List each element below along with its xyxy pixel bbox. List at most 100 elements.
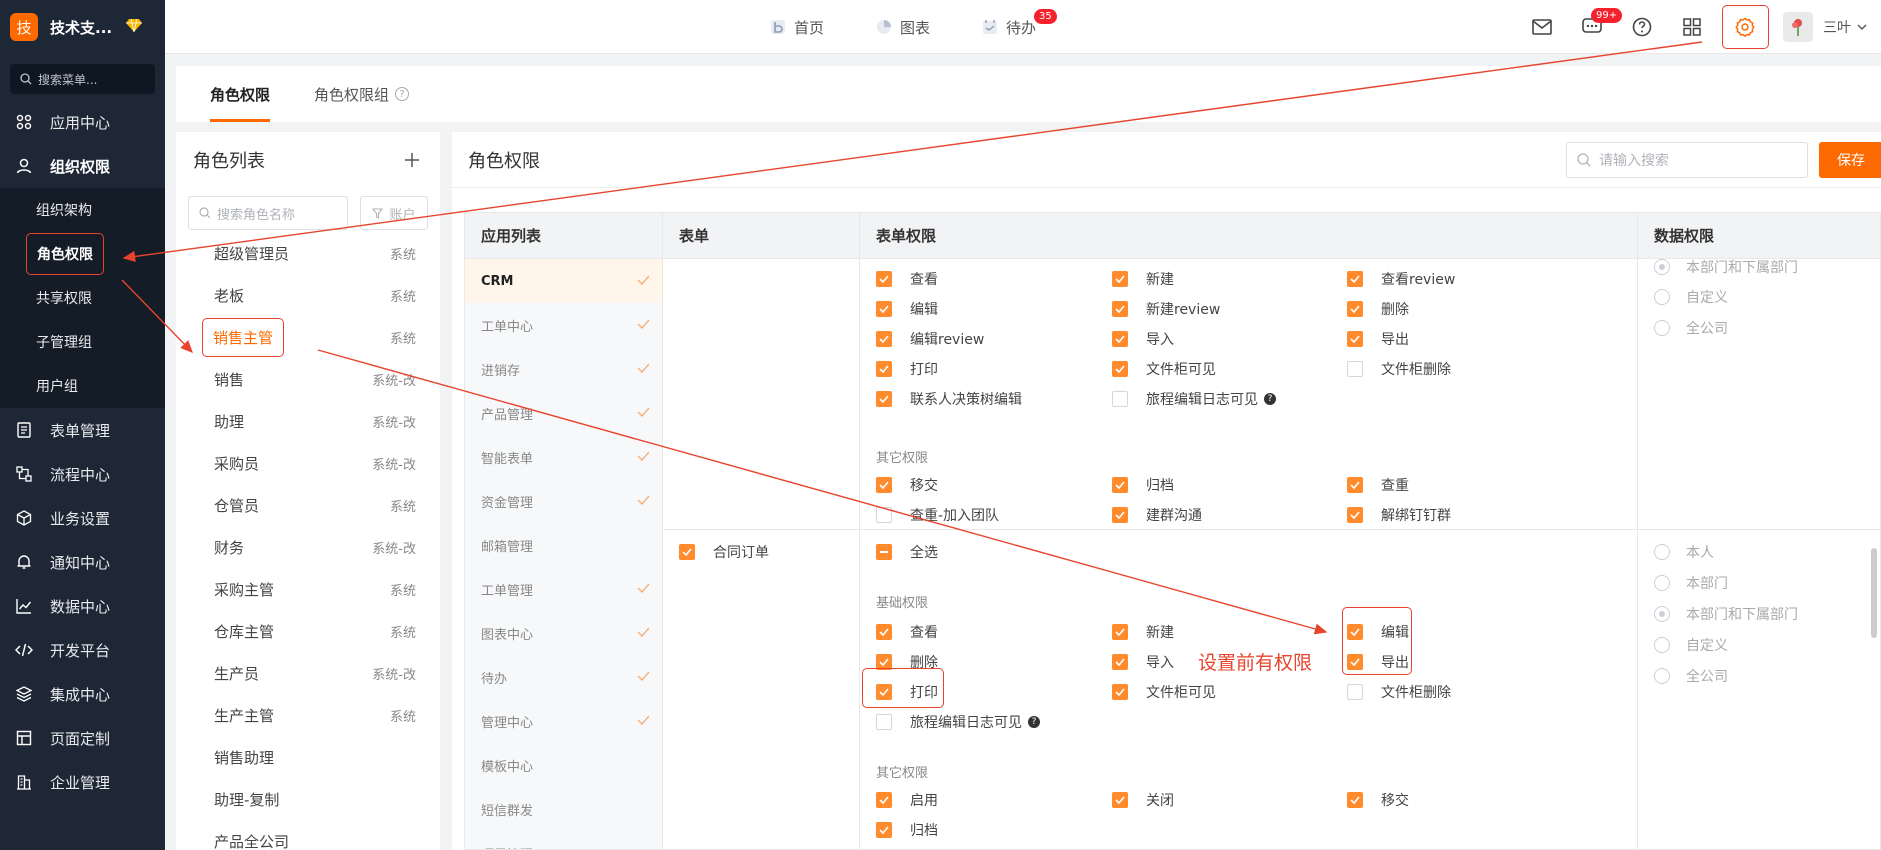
- help-button[interactable]: [1617, 0, 1667, 54]
- permission-item[interactable]: 查重-加入团队: [876, 505, 999, 525]
- permission-item[interactable]: 删除: [1347, 299, 1409, 319]
- radio[interactable]: [1654, 637, 1670, 653]
- sidebar-item[interactable]: 业务设置: [0, 496, 165, 540]
- app-item[interactable]: CRM: [465, 259, 662, 303]
- role-item[interactable]: 采购主管 系统: [176, 568, 440, 610]
- checkbox[interactable]: [1112, 271, 1128, 287]
- tab-role-permission[interactable]: 角色权限: [210, 66, 271, 122]
- checkbox[interactable]: [1112, 654, 1128, 670]
- permission-item[interactable]: 归档: [1112, 475, 1174, 495]
- sidebar-subitem[interactable]: 组织架构: [0, 188, 165, 232]
- permission-item[interactable]: 旅程编辑日志可见?: [876, 712, 1040, 732]
- data-scope-radio[interactable]: 本部门和下属部门: [1654, 259, 1798, 277]
- sidebar-item[interactable]: 通知中心: [0, 540, 165, 584]
- permission-item[interactable]: 查看: [876, 622, 938, 642]
- app-item[interactable]: 模板中心: [465, 743, 662, 787]
- sidebar-item[interactable]: 数据中心: [0, 584, 165, 628]
- permission-item[interactable]: 移交: [1347, 790, 1409, 810]
- app-item[interactable]: 短信群发: [465, 787, 662, 831]
- data-scope-radio[interactable]: 本人: [1654, 542, 1714, 562]
- help-circle-icon[interactable]: ?: [395, 87, 410, 101]
- sidebar-item[interactable]: 开发平台: [0, 628, 165, 672]
- checkbox[interactable]: [876, 361, 892, 377]
- role-item[interactable]: 销售助理: [176, 736, 440, 778]
- nav-charts[interactable]: 图表: [876, 17, 930, 38]
- role-item[interactable]: 生产主管 系统: [176, 694, 440, 736]
- permission-item[interactable]: 导入: [1112, 329, 1174, 349]
- user-menu[interactable]: 三叶: [1773, 12, 1881, 42]
- role-item[interactable]: 采购员 系统-改: [176, 442, 440, 484]
- app-item[interactable]: 邮箱管理: [465, 523, 662, 567]
- sidebar-item[interactable]: 页面定制: [0, 716, 165, 760]
- data-scope-radio[interactable]: 自定义: [1654, 635, 1728, 655]
- permission-item[interactable]: 解绑钉钉群: [1347, 505, 1451, 525]
- checkbox[interactable]: [1112, 391, 1128, 407]
- permission-item[interactable]: 导出: [1347, 329, 1409, 349]
- role-item[interactable]: 助理-复制: [176, 778, 440, 820]
- checkbox[interactable]: [876, 331, 892, 347]
- checkbox[interactable]: [1347, 792, 1363, 808]
- apps-grid-button[interactable]: [1667, 0, 1717, 54]
- role-item[interactable]: 老板 系统: [176, 274, 440, 316]
- role-item[interactable]: 销售 系统-改: [176, 358, 440, 400]
- app-item[interactable]: 产品管理: [465, 391, 662, 435]
- menu-search-input[interactable]: 搜索菜单...: [10, 64, 155, 94]
- role-item[interactable]: 销售主管 系统: [176, 316, 440, 358]
- scrollbar[interactable]: [1871, 548, 1877, 638]
- contract-order-checkbox[interactable]: 合同订单: [679, 542, 769, 562]
- permission-item[interactable]: 新建review: [1112, 299, 1220, 319]
- permission-item[interactable]: 移交: [876, 475, 938, 495]
- app-item[interactable]: 待办: [465, 655, 662, 699]
- checkbox[interactable]: [876, 391, 892, 407]
- checkbox[interactable]: [876, 792, 892, 808]
- checkbox[interactable]: [876, 301, 892, 317]
- permission-item[interactable]: 联系人决策树编辑: [876, 389, 1022, 409]
- checkbox[interactable]: [876, 507, 892, 523]
- checkbox[interactable]: [1112, 301, 1128, 317]
- app-item[interactable]: 工单中心: [465, 303, 662, 347]
- role-item[interactable]: 仓库主管 系统: [176, 610, 440, 652]
- select-all-checkbox[interactable]: 全选: [876, 542, 938, 562]
- role-item[interactable]: 产品全公司: [176, 820, 440, 850]
- permission-item[interactable]: 查重: [1347, 475, 1409, 495]
- message-button[interactable]: 99+: [1567, 0, 1623, 54]
- radio[interactable]: [1654, 544, 1670, 560]
- permission-item[interactable]: 文件柜可见: [1112, 359, 1216, 379]
- app-item[interactable]: 管理中心: [465, 699, 662, 743]
- permission-item[interactable]: 建群沟通: [1112, 505, 1202, 525]
- settings-button[interactable]: [1717, 0, 1773, 54]
- add-role-icon[interactable]: [404, 152, 420, 168]
- sidebar-item[interactable]: 集成中心: [0, 672, 165, 716]
- permission-item[interactable]: 关闭: [1112, 790, 1174, 810]
- brand[interactable]: 技 技术支...: [0, 0, 165, 54]
- checkbox[interactable]: [876, 714, 892, 730]
- checkbox[interactable]: [679, 544, 695, 560]
- checkbox[interactable]: [876, 822, 892, 838]
- tab-role-permission-group[interactable]: 角色权限组?: [314, 66, 410, 122]
- permission-item[interactable]: 新建: [1112, 269, 1174, 289]
- checkbox[interactable]: [1112, 684, 1128, 700]
- permission-item[interactable]: 打印: [876, 359, 938, 379]
- radio[interactable]: [1654, 606, 1670, 622]
- radio[interactable]: [1654, 320, 1670, 336]
- checkbox[interactable]: [1347, 301, 1363, 317]
- sidebar-subitem[interactable]: 子管理组: [0, 320, 165, 364]
- sidebar-item[interactable]: 流程中心: [0, 452, 165, 496]
- sidebar-subitem[interactable]: 用户组: [0, 364, 165, 408]
- app-item[interactable]: 智能表单: [465, 435, 662, 479]
- data-scope-radio[interactable]: 本部门和下属部门: [1654, 604, 1798, 624]
- help-icon[interactable]: ?: [1028, 716, 1040, 728]
- nav-home[interactable]: 首页: [770, 17, 824, 38]
- checkbox[interactable]: [1347, 684, 1363, 700]
- account-filter-button[interactable]: 账户: [360, 196, 428, 230]
- checkbox[interactable]: [1347, 271, 1363, 287]
- role-search-input[interactable]: 搜索角色名称: [188, 196, 348, 230]
- permission-item[interactable]: 查看review: [1347, 269, 1455, 289]
- checkbox[interactable]: [1112, 331, 1128, 347]
- radio[interactable]: [1654, 668, 1670, 684]
- help-icon[interactable]: ?: [1264, 393, 1276, 405]
- nav-todo[interactable]: 待办 35: [982, 8, 1057, 38]
- permission-item[interactable]: 文件柜可见: [1112, 682, 1216, 702]
- role-item[interactable]: 超级管理员 系统: [176, 232, 440, 274]
- checkbox[interactable]: [1347, 477, 1363, 493]
